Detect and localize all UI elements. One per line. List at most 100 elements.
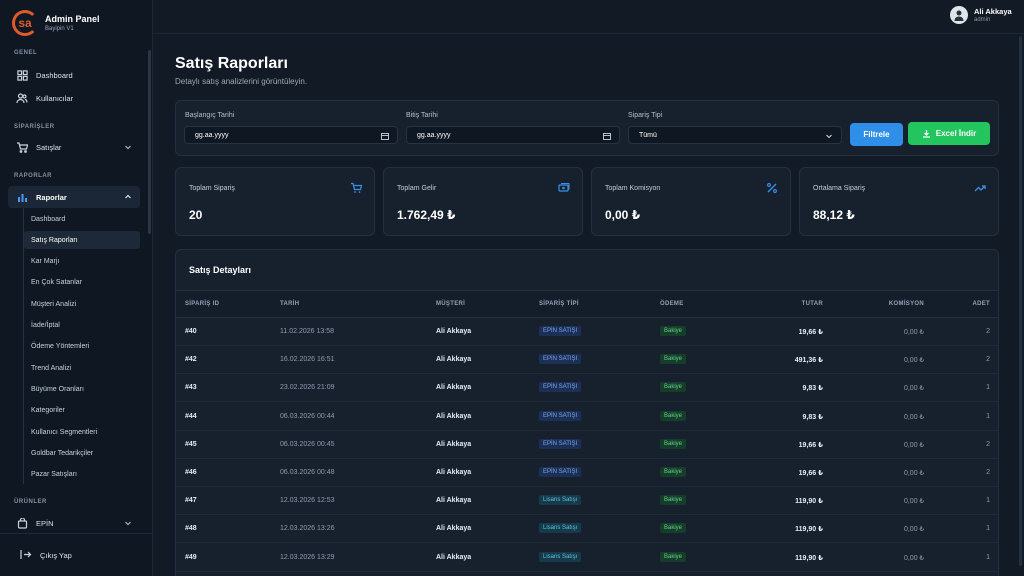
- payment-badge: Bakiye: [660, 326, 687, 336]
- user-role: admin: [974, 17, 991, 23]
- sidebar-subitem[interactable]: Kategoriler: [24, 402, 140, 420]
- end-date-label: Bitiş Tarihi: [406, 112, 438, 119]
- sidebar-subitem[interactable]: Trend Analizi: [24, 359, 140, 377]
- sidebar-subitem[interactable]: Müşteri Analizi: [24, 295, 140, 313]
- section-urunler: ÜRÜNLER: [14, 499, 47, 505]
- cell-order-id[interactable]: #42: [185, 356, 197, 363]
- col-order-type[interactable]: SİPARİŞ TİPİ: [539, 301, 579, 307]
- stat-label: Toplam Sipariş: [189, 185, 235, 192]
- col-amount[interactable]: TUTAR: [763, 301, 823, 307]
- start-date-value: gg.aa.yyyy: [195, 131, 229, 139]
- sidebar-subitem[interactable]: En Çok Satanlar: [24, 274, 140, 292]
- cell-order-id[interactable]: #48: [185, 525, 197, 532]
- sidebar-scrollbar[interactable]: [148, 50, 151, 234]
- chevron-down-icon: [826, 134, 832, 139]
- table-row[interactable]: #49 12.03.2026 13:29 Ali Akkaya Lisans Satı…: [176, 544, 998, 572]
- order-type-select[interactable]: Tümü: [628, 126, 842, 144]
- cell-customer: Ali Akkaya: [436, 497, 472, 505]
- cell-order-id[interactable]: #49: [185, 554, 197, 561]
- col-customer[interactable]: MÜŞTERİ: [436, 301, 465, 307]
- payment-badge: Bakiye: [660, 495, 687, 506]
- cell-amount: 19,66 ₺: [798, 441, 823, 449]
- logout-label: Çıkış Yap: [40, 550, 72, 560]
- cell-date: 11.02.2026 13:58: [280, 328, 334, 335]
- sidebar-subitem[interactable]: Pazar Satışları: [24, 466, 140, 484]
- cell-commission: 0,00 ₺: [903, 554, 924, 562]
- chevron-down-icon: [125, 521, 131, 526]
- end-date-input[interactable]: gg.aa.yyyy: [406, 126, 620, 144]
- cell-date: 12.03.2026 12:53: [280, 497, 335, 505]
- cell-order-id[interactable]: #47: [185, 497, 197, 504]
- sidebar-subitem[interactable]: İade/İptal: [24, 317, 140, 335]
- payment-badge: Bakiye: [660, 438, 687, 449]
- cell-order-id[interactable]: #46: [185, 469, 197, 476]
- col-commission[interactable]: KOMİSYON: [864, 301, 924, 307]
- table-row[interactable]: #48 12.03.2026 13:26 Ali Akkaya Lisans Satı…: [176, 515, 998, 544]
- table-row[interactable]: #45 06.03.2026 00:45 Ali Akkaya EPİN SATIŞI…: [176, 431, 998, 459]
- sidebar-subitem[interactable]: Dashboard: [24, 210, 140, 228]
- table-row[interactable]: #42 16.02.2026 16:51 Ali Akkaya EPİN SATIŞI…: [176, 346, 998, 375]
- filter-button[interactable]: Filtrele: [850, 123, 903, 146]
- payment-badge: Bakiye: [660, 354, 687, 365]
- sidebar-item-label: Raporlar: [36, 192, 67, 202]
- cell-customer: Ali Akkaya: [436, 328, 472, 335]
- cell-customer: Ali Akkaya: [436, 356, 472, 364]
- sidebar-subitem[interactable]: Kullanıcı Segmentleri: [24, 423, 140, 441]
- user-name: Ali Akkaya: [974, 7, 1012, 16]
- user-menu[interactable]: Ali Akkaya admin: [950, 6, 1012, 24]
- col-qty[interactable]: ADET: [940, 301, 990, 307]
- logout-button[interactable]: Çıkış Yap: [20, 549, 72, 561]
- table-row[interactable]: #47 12.03.2026 12:53 Ali Akkaya Lisans Satı…: [176, 487, 998, 516]
- table-row[interactable]: #46 06.03.2026 00:48 Ali Akkaya EPİN SATIŞI…: [176, 459, 998, 487]
- excel-download-label: Excel İndir: [935, 129, 977, 138]
- cell-order-id[interactable]: #40: [185, 328, 197, 335]
- section-genel: GENEL: [14, 50, 38, 56]
- sidebar-item-label: Dashboard: [36, 70, 73, 80]
- col-payment[interactable]: ÖDEME: [660, 301, 684, 307]
- sidebar-item-epin[interactable]: EPİN: [8, 512, 140, 534]
- cell-commission: 0,00 ₺: [903, 329, 924, 336]
- grid-icon: [16, 69, 28, 81]
- cell-qty: 1: [986, 497, 990, 505]
- excel-download-button[interactable]: Excel İndir: [908, 122, 990, 145]
- sidebar-subitem[interactable]: Ödeme Yöntemleri: [24, 338, 140, 356]
- sidebar-item-raporlar[interactable]: Raporlar: [8, 186, 140, 208]
- sidebar-subitem[interactable]: Satış Raporları: [24, 231, 140, 250]
- table-row[interactable]: #40 11.02.2026 13:58 Ali Akkaya EPİN SATIŞI…: [176, 318, 998, 346]
- cell-order-id[interactable]: #44: [185, 413, 197, 420]
- cell-amount: 9,83 ₺: [802, 413, 823, 421]
- sidebar-subitem[interactable]: Kar Marjı: [24, 253, 140, 271]
- main-scrollbar[interactable]: [1019, 36, 1022, 566]
- calendar-icon[interactable]: [381, 132, 389, 140]
- col-order-id[interactable]: SİPARİŞ ID: [185, 301, 219, 307]
- cell-commission: 0,00 ₺: [903, 357, 924, 365]
- cell-qty: 1: [986, 553, 990, 561]
- cell-qty: 1: [986, 384, 990, 392]
- money-icon: [558, 183, 570, 192]
- sidebar-item-dashboard[interactable]: Dashboard: [8, 64, 140, 86]
- order-type-value: Tümü: [639, 131, 657, 139]
- order-type-badge: Lisans Satışı: [539, 551, 582, 562]
- cell-qty: 2: [986, 440, 990, 448]
- cell-customer: Ali Akkaya: [436, 469, 472, 476]
- sidebar-item-satislar[interactable]: Satışlar: [8, 136, 140, 158]
- start-date-input[interactable]: gg.aa.yyyy: [184, 126, 398, 144]
- cell-commission: 0,00 ₺: [903, 413, 924, 421]
- payment-badge: Bakiye: [660, 467, 687, 477]
- order-type-badge: EPİN SATIŞI: [539, 382, 582, 393]
- table-row[interactable]: #43 23.02.2026 21:09 Ali Akkaya EPİN SATIŞI…: [176, 374, 998, 403]
- col-date[interactable]: TARİH: [280, 301, 299, 307]
- chevron-up-icon: [125, 194, 131, 199]
- brand[interactable]: sa Admin Panel Bayipin V1: [12, 10, 100, 36]
- order-type-badge: EPİN SATIŞI: [539, 410, 582, 421]
- sidebar-subitem[interactable]: Goldbar Tedarikçiler: [24, 444, 140, 462]
- cell-date: 12.03.2026 13:29: [280, 553, 335, 561]
- cell-order-id[interactable]: #43: [185, 384, 197, 391]
- sidebar-subitem[interactable]: Büyüme Oranları: [24, 380, 140, 398]
- calendar-icon[interactable]: [603, 132, 611, 140]
- cell-order-id[interactable]: #45: [185, 441, 197, 448]
- chevron-down-icon: [125, 145, 131, 150]
- sidebar-item-kullanicilar[interactable]: Kullanıcılar: [8, 87, 140, 109]
- cell-amount: 119,90 ₺: [795, 498, 823, 506]
- table-row[interactable]: #44 06.03.2026 00:44 Ali Akkaya EPİN SATIŞI…: [176, 403, 998, 431]
